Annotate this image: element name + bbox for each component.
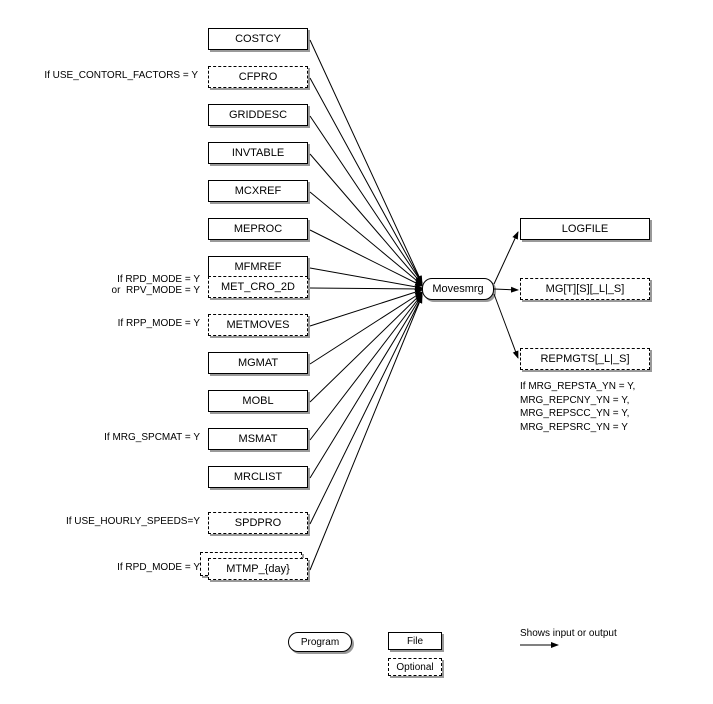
input-mcxref: MCXREF: [208, 180, 308, 202]
program-movesmrg: Movesmrg: [422, 278, 494, 300]
input-label: MRCLIST: [234, 471, 282, 483]
condition-repmgts: If MRG_REPSTA_YN = Y, MRG_REPCNY_YN = Y,…: [520, 380, 635, 434]
input-label: MSMAT: [239, 433, 278, 445]
input-label: MCXREF: [235, 185, 281, 197]
input-label: SPDPRO: [235, 517, 281, 529]
input-label: GRIDDESC: [229, 109, 287, 121]
input-invtable: INVTABLE: [208, 142, 308, 164]
input-label: MET_CRO_2D: [221, 281, 295, 293]
input-label: CFPRO: [239, 71, 278, 83]
condition-cfpro: If USE_CONTORL_FACTORS = Y: [10, 70, 198, 81]
condition-metmoves: If RPP_MODE = Y: [70, 318, 200, 329]
condition-metcro2d: If RPD_MODE = Y or RPV_MODE = Y: [70, 274, 200, 296]
input-spdpro: SPDPRO: [208, 512, 308, 534]
input-label: INVTABLE: [232, 147, 284, 159]
input-mobl: MOBL: [208, 390, 308, 412]
input-costcy: COSTCY: [208, 28, 308, 50]
output-label: REPMGTS[_L|_S]: [540, 353, 629, 365]
input-mfmref: MFMREF: [208, 256, 308, 278]
legend-file: File: [388, 632, 442, 650]
input-label: MTMP_{day}: [226, 563, 290, 575]
legend-arrow-label: Shows input or output: [520, 628, 617, 639]
input-label: METMOVES: [227, 319, 290, 331]
legend-file-label: File: [407, 636, 423, 647]
input-cfpro: CFPRO: [208, 66, 308, 88]
legend-optional: Optional: [388, 658, 442, 676]
input-metmoves: METMOVES: [208, 314, 308, 336]
condition-msmat: If MRG_SPCMAT = Y: [60, 432, 200, 443]
input-label: COSTCY: [235, 33, 281, 45]
legend-program-label: Program: [301, 637, 339, 648]
input-mtmp: MTMP_{day}: [208, 558, 308, 580]
input-griddesc: GRIDDESC: [208, 104, 308, 126]
input-meproc: MEPROC: [208, 218, 308, 240]
program-label: Movesmrg: [432, 283, 483, 295]
legend-optional-label: Optional: [396, 662, 433, 673]
input-msmat: MSMAT: [208, 428, 308, 450]
input-label: MGMAT: [238, 357, 278, 369]
input-label: MFMREF: [234, 261, 281, 273]
condition-spdpro: If USE_HOURLY_SPEEDS=Y: [40, 516, 200, 527]
legend-program: Program: [288, 632, 352, 652]
output-repmgts: REPMGTS[_L|_S]: [520, 348, 650, 370]
output-logfile: LOGFILE: [520, 218, 650, 240]
input-mrclist: MRCLIST: [208, 466, 308, 488]
input-label: MOBL: [242, 395, 273, 407]
condition-mtmp: If RPD_MODE = Y: [70, 562, 200, 573]
input-mgmat: MGMAT: [208, 352, 308, 374]
output-label: LOGFILE: [562, 223, 608, 235]
output-mgts: MG[T][S][_L|_S]: [520, 278, 650, 300]
output-label: MG[T][S][_L|_S]: [546, 283, 625, 295]
diagram-canvas: Movesmrg COSTCY CFPRO If USE_CONTORL_FAC…: [0, 0, 713, 704]
input-label: MEPROC: [234, 223, 282, 235]
input-metcro2d: MET_CRO_2D: [208, 276, 308, 298]
